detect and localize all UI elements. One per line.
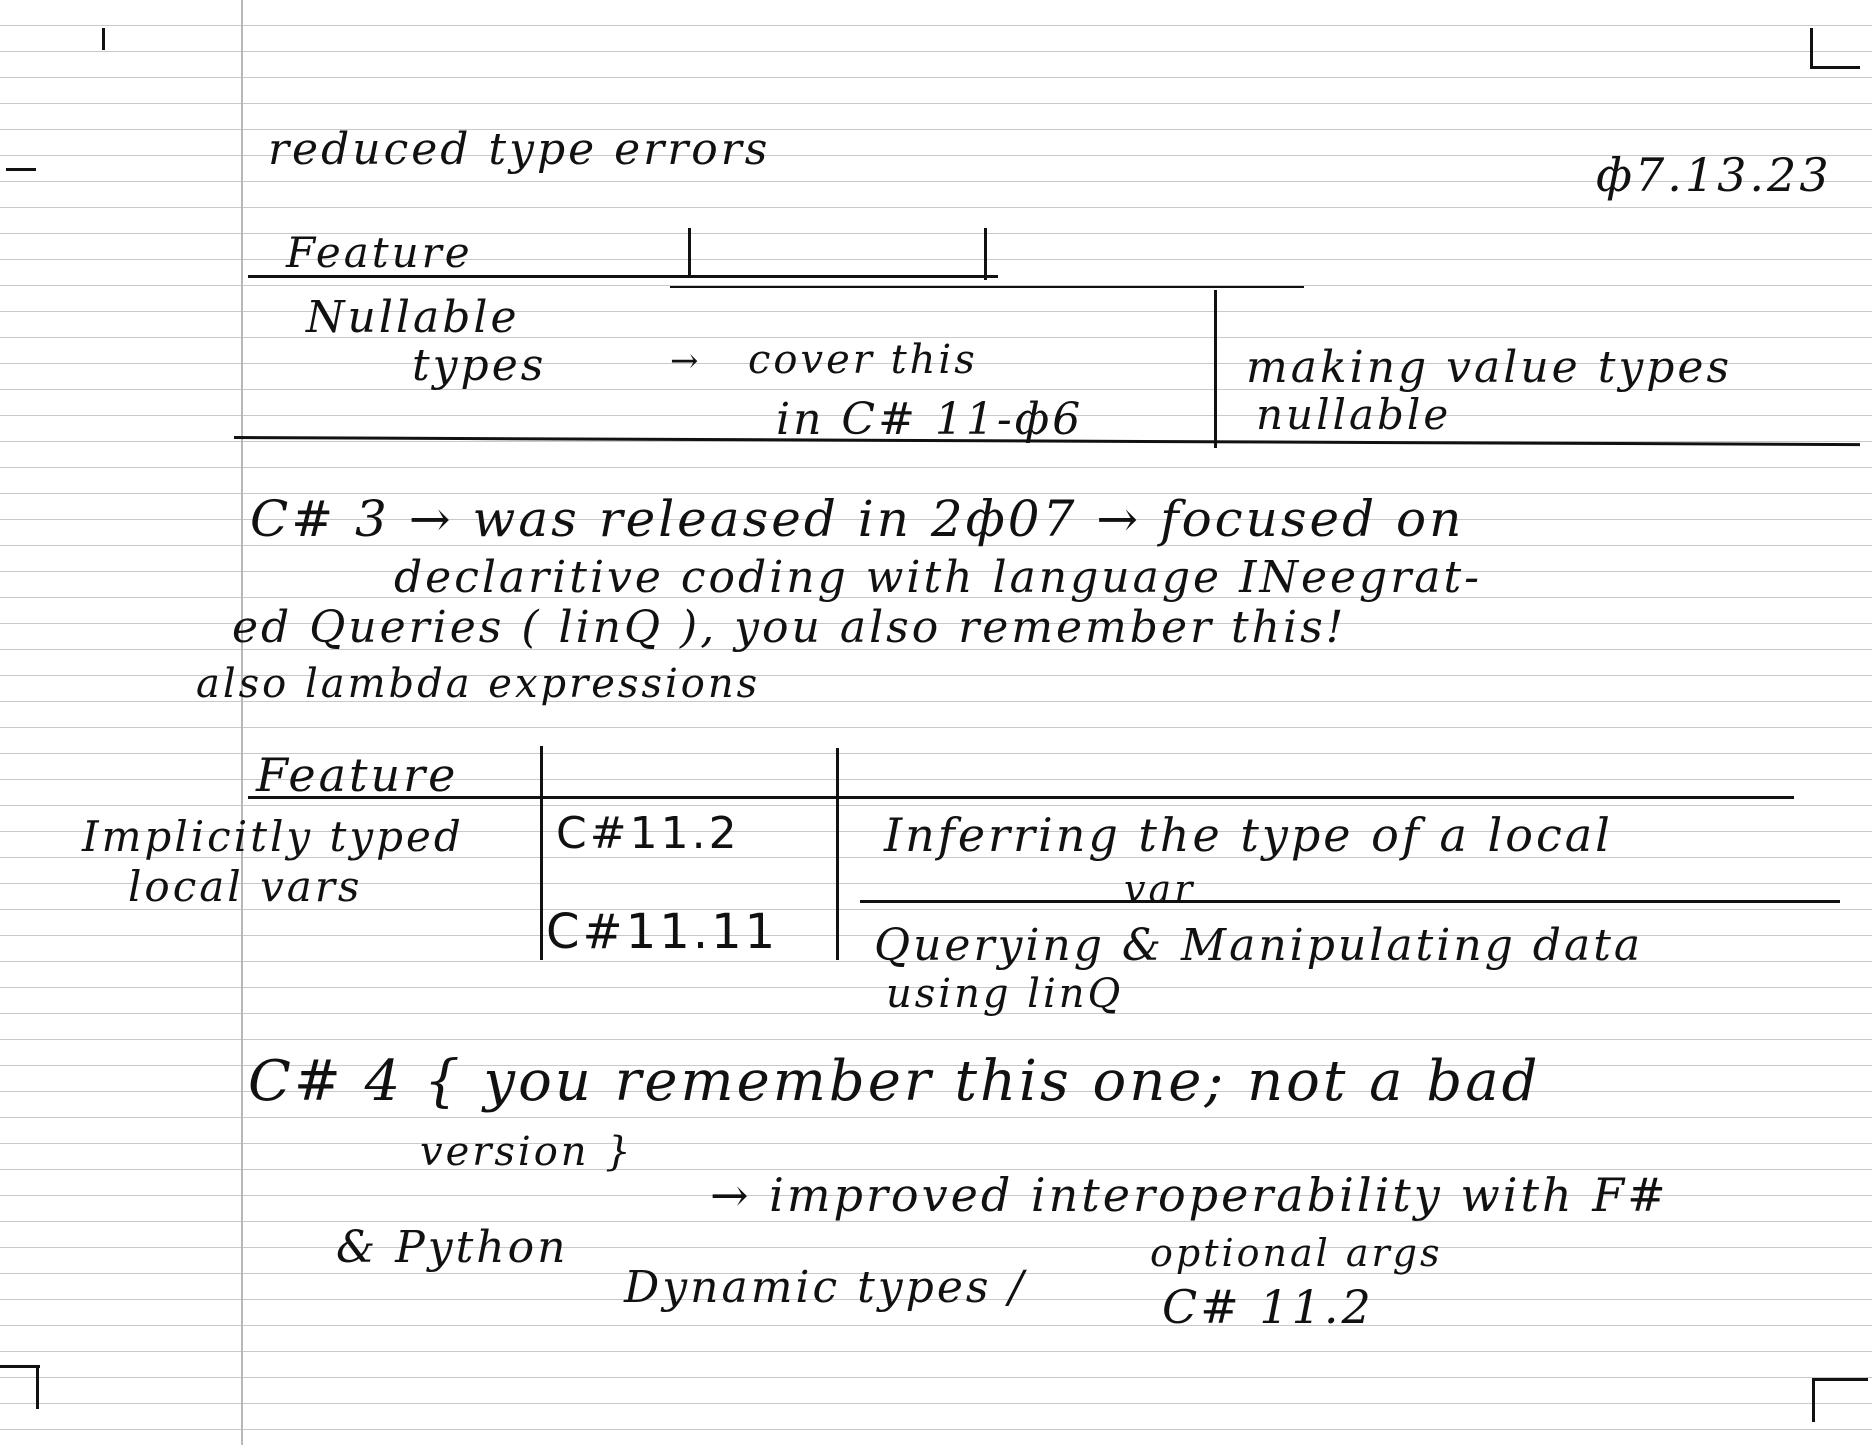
table2-row2-desc-line1: Querying & Manipulating data: [874, 920, 1644, 971]
pen-mark-left-dash: [6, 168, 36, 171]
table2-row-divider: [860, 900, 1840, 903]
csharp4-line5-version: C# 11.2: [1162, 1280, 1374, 1334]
table2-row1-feature-line2: local vars: [128, 862, 363, 911]
table1-header-rule-2: [670, 286, 1304, 288]
table1-header-tick-b: [984, 228, 987, 280]
page-date: ф7.13.23: [1596, 148, 1832, 202]
notebook-page: reduced type errors ф7.13.23 Feature Nul…: [0, 0, 1872, 1445]
table2-col-divider-1: [540, 746, 543, 960]
table1-desc-line1: making value types: [1246, 342, 1733, 393]
table2-col-divider-2: [836, 748, 839, 960]
csharp4-line1: C# 4 { you remember this one; not a bad: [248, 1049, 1541, 1114]
table2-header-feature: Feature: [256, 748, 459, 802]
table2-row2-desc-line2: using linQ: [886, 971, 1124, 1017]
csharp4-line5-optional: optional args: [1150, 1231, 1443, 1275]
table2-row2-version: C#11.11: [546, 904, 779, 960]
corner-mark-bottom-right-v: [1812, 1378, 1815, 1422]
table1-version-line1: cover this: [748, 337, 978, 383]
table1-header-tick-a: [688, 228, 691, 278]
pen-mark-top-left: [102, 28, 105, 50]
table1-feature-line2: types: [412, 340, 547, 391]
csharp4-line2: version }: [420, 1129, 634, 1175]
corner-mark-bottom-right-h: [1812, 1378, 1868, 1381]
corner-mark-bottom-left-v: [36, 1365, 39, 1409]
table1-header-rule: [248, 275, 998, 278]
table1-desc-line2: nullable: [1256, 390, 1452, 439]
csharp3-line2: declaritive coding with language INeegra…: [394, 552, 1483, 603]
page-title: reduced type errors: [268, 124, 771, 175]
csharp3-line4: also lambda expressions: [196, 661, 761, 707]
corner-mark-top-right-h: [1810, 66, 1860, 69]
table1-feature-line1: Nullable: [306, 292, 520, 343]
csharp4-line5-dynamic: Dynamic types /: [624, 1262, 1027, 1313]
table1-header-feature: Feature: [286, 228, 473, 277]
corner-mark-bottom-left-h: [0, 1365, 40, 1368]
table1-arrow: →: [670, 341, 702, 381]
table2-row1-feature-line1: Implicitly typed: [82, 812, 464, 861]
csharp4-line4: & Python: [336, 1222, 569, 1273]
table2-header-rule: [248, 796, 1794, 799]
table2-row1-desc-line1: Inferring the type of a local: [884, 808, 1613, 862]
csharp3-line1: C# 3 → was released in 2ф07 → focused on: [250, 490, 1465, 548]
table2-row1-version: C#11.2: [556, 808, 740, 859]
table1-col-divider: [1214, 290, 1217, 448]
csharp4-line3: → improved interoperability with F#: [710, 1168, 1669, 1222]
corner-mark-top-right-v: [1810, 28, 1813, 68]
table1-version-line2: in C# 11-ф6: [776, 394, 1084, 445]
csharp3-line3: ed Queries ( linQ ), you also remember t…: [232, 602, 1347, 653]
